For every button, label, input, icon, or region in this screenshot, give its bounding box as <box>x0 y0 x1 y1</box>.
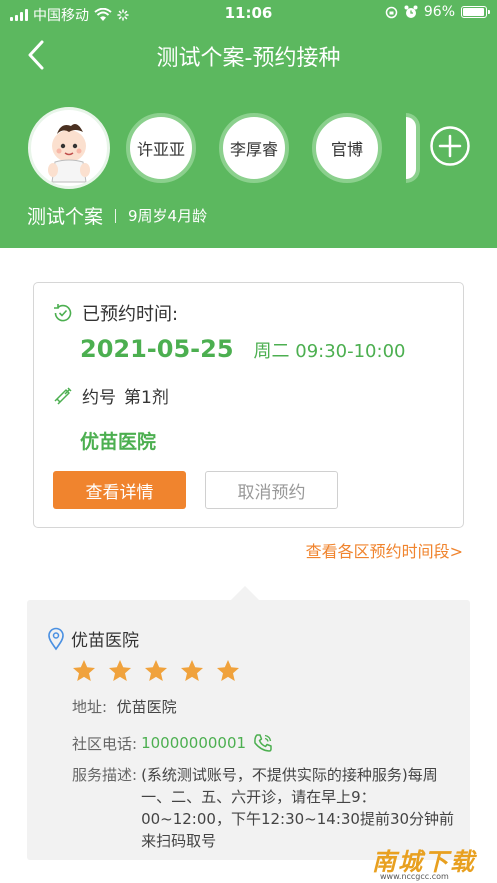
star-icon <box>73 660 95 681</box>
hospital-name: 优苗医院 <box>71 631 139 651</box>
hospital-info-card: 优苗医院 地址: 优苗医院 社区电话: 10000000001 服务描述: (系… <box>27 586 470 860</box>
plus-circle-icon[interactable] <box>429 125 471 167</box>
status-bar: 中国移动 11:06 96% <box>0 0 497 28</box>
profile-chip[interactable]: 官博 <box>312 113 382 183</box>
phone-icon[interactable] <box>252 732 274 754</box>
phone-row: 社区电话: 10000000001 <box>72 732 274 754</box>
profile-switcher: 许亚亚 李厚睿 官博 <box>0 105 497 190</box>
phone-number[interactable]: 10000000001 <box>141 734 246 752</box>
view-periods-link[interactable]: 查看各区预约时间段> <box>306 538 463 562</box>
battery-icon <box>461 6 490 18</box>
divider <box>115 208 117 223</box>
dose-value: 第1剂 <box>124 388 169 408</box>
address-value: 优苗医院 <box>116 698 177 716</box>
profile-chip[interactable]: 李厚睿 <box>219 113 289 183</box>
profile-chip[interactable]: 许亚亚 <box>126 113 196 183</box>
rating-stars <box>71 658 241 684</box>
appointment-hospital: 优苗医院 <box>80 431 157 453</box>
service-desc-text: (系统测试账号，不提供实际的接种服务)每周一、二、五、六开诊，请在早上9：00~… <box>141 766 455 850</box>
star-icon <box>217 660 239 681</box>
service-desc-row: 服务描述: (系统测试账号，不提供实际的接种服务)每周一、二、五、六开诊，请在早… <box>72 764 461 852</box>
location-pin-icon <box>48 627 64 650</box>
syringe-icon <box>54 386 72 405</box>
child-name: 测试个案 <box>27 206 104 228</box>
child-age: 9周岁4月龄 <box>128 207 208 225</box>
alarm-icon <box>404 5 418 18</box>
appointment-date: 2021-05-25 <box>80 335 234 363</box>
cancel-appointment-button[interactable]: 取消预约 <box>205 471 338 509</box>
battery-percent: 96% <box>423 4 455 20</box>
clock-check-icon <box>54 304 72 322</box>
appointment-card: 已预约时间: 2021-05-25 周二 09:30-10:00 约号 第1剂 … <box>33 282 464 528</box>
address-label: 地址: <box>72 698 108 716</box>
page-title: 测试个案-预约接种 <box>156 46 341 71</box>
star-icon <box>181 660 203 681</box>
header-bar: 中国移动 11:06 96% 测试个案-预约接种 许亚亚 李厚睿 官博 测试个案… <box>0 0 497 248</box>
star-icon <box>145 660 167 681</box>
star-icon <box>109 660 131 681</box>
nav-bar: 测试个案-预约接种 <box>0 30 497 80</box>
dose-label: 约号 <box>82 388 116 408</box>
watermark-logo: 南城下载 www.nccgcc.com <box>360 842 492 881</box>
appointment-label: 已预约时间: <box>82 304 179 325</box>
orientation-lock-icon <box>385 6 398 18</box>
view-detail-button[interactable]: 查看详情 <box>53 471 186 509</box>
child-info: 测试个案 9周岁4月龄 <box>27 202 207 229</box>
avatar-current[interactable] <box>28 107 110 189</box>
phone-label: 社区电话: <box>72 734 138 753</box>
profile-chip-partial[interactable] <box>406 113 420 183</box>
watermark-url: www.nccgcc.com <box>380 872 449 881</box>
service-desc-label: 服务描述: <box>72 766 138 784</box>
baby-avatar-icon <box>48 124 90 183</box>
address-row: 地址: 优苗医院 <box>72 696 177 717</box>
appointment-time: 周二 09:30-10:00 <box>253 341 406 362</box>
